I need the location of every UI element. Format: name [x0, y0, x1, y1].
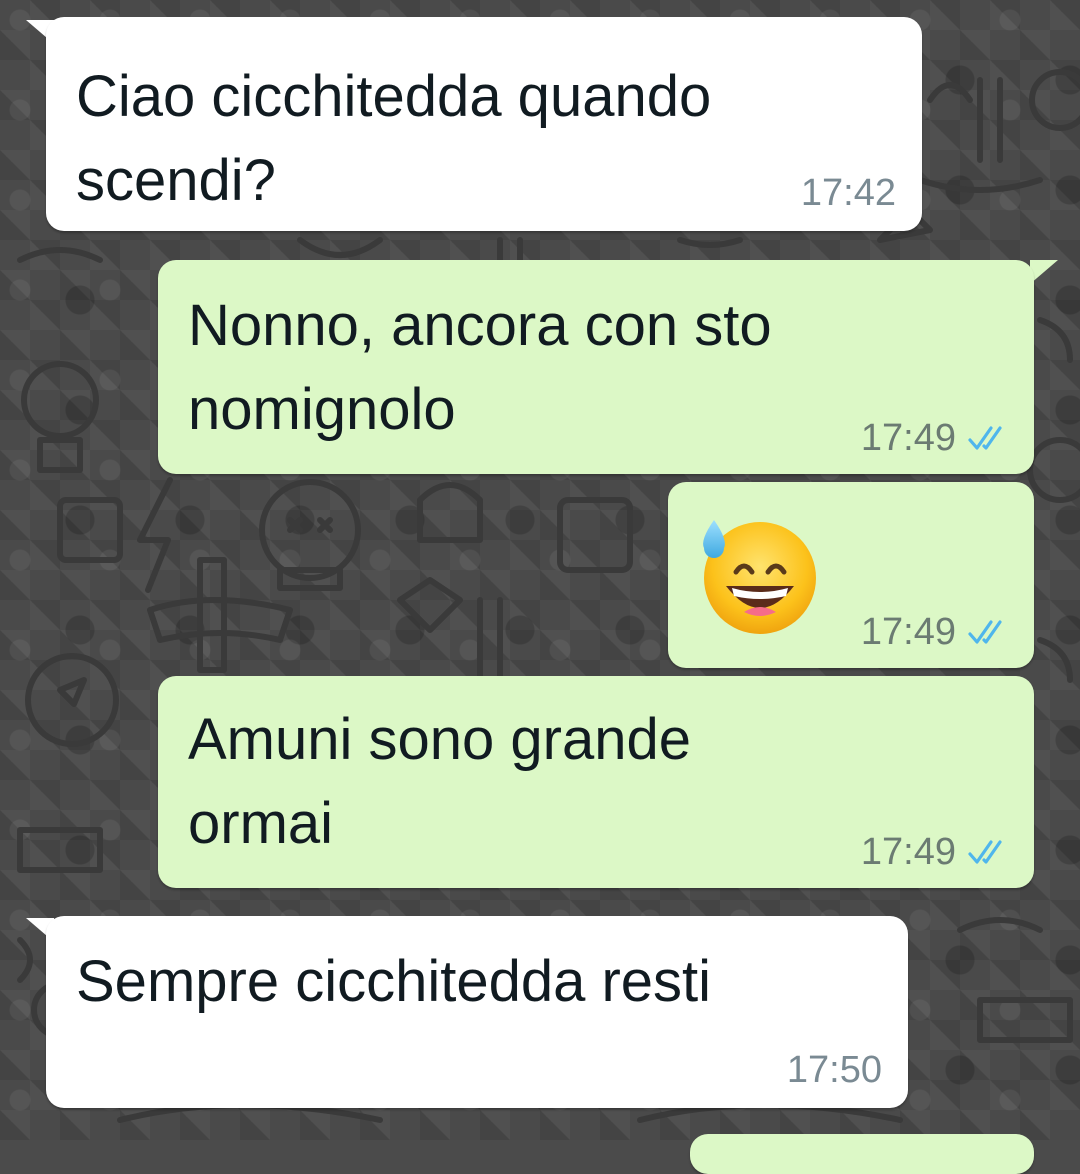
message-meta: 17:49: [861, 830, 1008, 874]
message-meta: 17:42: [801, 171, 896, 215]
message-text: Nonno, ancora con sto nomignolo: [188, 293, 772, 442]
outgoing-message-bubble[interactable]: Amuni sono grande ormai 17:49: [158, 676, 1034, 888]
message-time: 17:42: [800, 171, 896, 214]
message-time: 17:49: [860, 830, 956, 873]
read-double-check-icon: [968, 840, 1002, 864]
message-meta: 17:49: [861, 610, 1008, 654]
message-text: Amuni sono grande ormai: [188, 707, 691, 856]
incoming-message-bubble[interactable]: Sempre cicchitedda resti 17:50: [46, 916, 908, 1108]
read-double-check-icon: [968, 620, 1002, 644]
message-text: Ciao cicchitedda quando scendi?: [76, 64, 712, 213]
message-meta: 17:49: [861, 416, 1008, 460]
message-meta: 17:50: [787, 1048, 882, 1092]
outgoing-message-bubble-partial[interactable]: [690, 1134, 1034, 1174]
message-time: 17:50: [786, 1048, 882, 1091]
message-text: Sempre cicchitedda resti: [76, 949, 712, 1014]
read-double-check-icon: [968, 426, 1002, 450]
outgoing-bubble-tail: [1030, 260, 1058, 284]
outgoing-emoji-bubble[interactable]: 17:49: [668, 482, 1034, 668]
message-time: 17:49: [860, 610, 956, 653]
grinning-face-with-sweat-emoji: [703, 520, 816, 634]
incoming-message-bubble[interactable]: Ciao cicchitedda quando scendi? 17:42: [46, 17, 922, 231]
message-time: 17:49: [860, 416, 956, 459]
outgoing-message-bubble[interactable]: Nonno, ancora con sto nomignolo 17:49: [158, 260, 1034, 474]
